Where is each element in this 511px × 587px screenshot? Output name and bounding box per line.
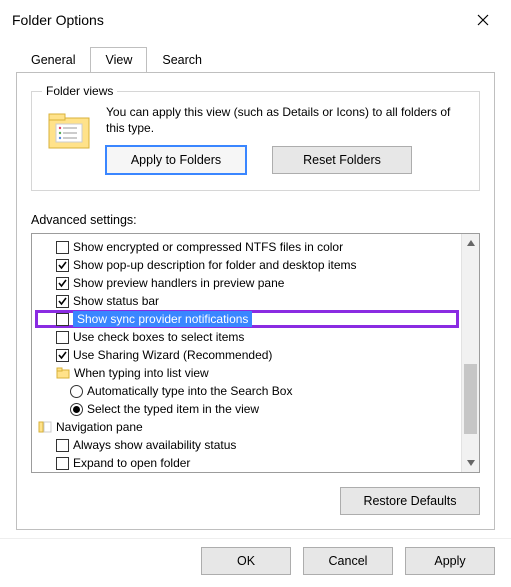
item-label: Show pop-up description for folder and d… <box>73 258 357 272</box>
list-item[interactable]: Select the typed item in the view <box>38 400 459 418</box>
tab-strip: General View Search <box>16 46 495 72</box>
reset-folders-button[interactable]: Reset Folders <box>272 146 412 174</box>
checkbox-icon[interactable] <box>56 457 69 470</box>
checkbox-icon[interactable] <box>56 331 69 344</box>
item-label: Navigation pane <box>56 420 143 434</box>
list-group-header: Navigation pane <box>38 418 459 436</box>
restore-defaults-button[interactable]: Restore Defaults <box>340 487 480 515</box>
apply-to-folders-button[interactable]: Apply to Folders <box>106 146 246 174</box>
ok-button[interactable]: OK <box>201 547 291 575</box>
folder-views-text: You can apply this view (such as Details… <box>106 104 465 136</box>
list-item[interactable]: Expand to open folder <box>38 454 459 472</box>
list-group-header: When typing into list view <box>38 364 459 382</box>
item-label: Automatically type into the Search Box <box>87 384 292 398</box>
folder-views-legend: Folder views <box>42 84 117 98</box>
titlebar: Folder Options <box>0 0 511 36</box>
radio-icon[interactable] <box>70 403 83 416</box>
item-label: Show status bar <box>73 294 159 308</box>
navigation-pane-icon <box>38 420 52 434</box>
item-label: Expand to open folder <box>73 456 190 470</box>
item-label: Show encrypted or compressed NTFS files … <box>73 240 343 254</box>
item-label: Select the typed item in the view <box>87 402 259 416</box>
dialog-button-row: OK Cancel Apply <box>0 538 511 587</box>
checkbox-icon[interactable] <box>56 295 69 308</box>
item-label: Always show availability status <box>73 438 236 452</box>
item-label: Show sync provider notifications <box>73 311 252 327</box>
scroll-thumb[interactable] <box>464 364 477 434</box>
chevron-down-icon <box>467 460 475 466</box>
list-item[interactable]: Use check boxes to select items <box>38 328 459 346</box>
item-label: Show preview handlers in preview pane <box>73 276 284 290</box>
close-button[interactable] <box>465 6 501 34</box>
scrollbar[interactable] <box>461 234 479 472</box>
checkbox-icon[interactable] <box>56 313 69 326</box>
scroll-down-button[interactable] <box>463 454 478 472</box>
advanced-settings-label: Advanced settings: <box>31 213 480 227</box>
window-title: Folder Options <box>12 12 465 28</box>
folder-views-icon-cell <box>46 104 92 150</box>
close-icon <box>477 14 489 26</box>
list-item[interactable]: Automatically type into the Search Box <box>38 382 459 400</box>
checkbox-icon[interactable] <box>56 349 69 362</box>
list-item[interactable]: Show encrypted or compressed NTFS files … <box>38 238 459 256</box>
list-item[interactable]: Always show availability status <box>38 436 459 454</box>
tab-view[interactable]: View <box>90 47 147 73</box>
tab-panel-view: Folder views You can apply this view (su… <box>16 72 495 530</box>
dialog-content: General View Search Folder views <box>0 36 511 540</box>
tab-search[interactable]: Search <box>147 47 217 73</box>
apply-button[interactable]: Apply <box>405 547 495 575</box>
checkbox-icon[interactable] <box>56 259 69 272</box>
folder-options-icon <box>48 110 90 150</box>
list-item[interactable]: Show preview handlers in preview pane <box>38 274 459 292</box>
checkbox-icon[interactable] <box>56 277 69 290</box>
checkbox-icon[interactable] <box>56 241 69 254</box>
list-item[interactable]: Use Sharing Wizard (Recommended) <box>38 346 459 364</box>
item-label: Use Sharing Wizard (Recommended) <box>73 348 272 362</box>
radio-icon[interactable] <box>70 385 83 398</box>
item-label: When typing into list view <box>74 366 209 380</box>
scroll-up-button[interactable] <box>463 234 478 252</box>
advanced-settings-list: Show encrypted or compressed NTFS files … <box>31 233 480 473</box>
tab-general[interactable]: General <box>16 47 90 73</box>
folder-icon <box>56 366 70 380</box>
list-item-highlighted[interactable]: Show sync provider notifications <box>35 310 459 328</box>
list-item[interactable]: Show pop-up description for folder and d… <box>38 256 459 274</box>
checkbox-icon[interactable] <box>56 439 69 452</box>
folder-views-group: Folder views You can apply this view (su… <box>31 91 480 191</box>
item-label: Use check boxes to select items <box>73 330 244 344</box>
list-item[interactable]: Show status bar <box>38 292 459 310</box>
cancel-button[interactable]: Cancel <box>303 547 393 575</box>
chevron-up-icon <box>467 240 475 246</box>
